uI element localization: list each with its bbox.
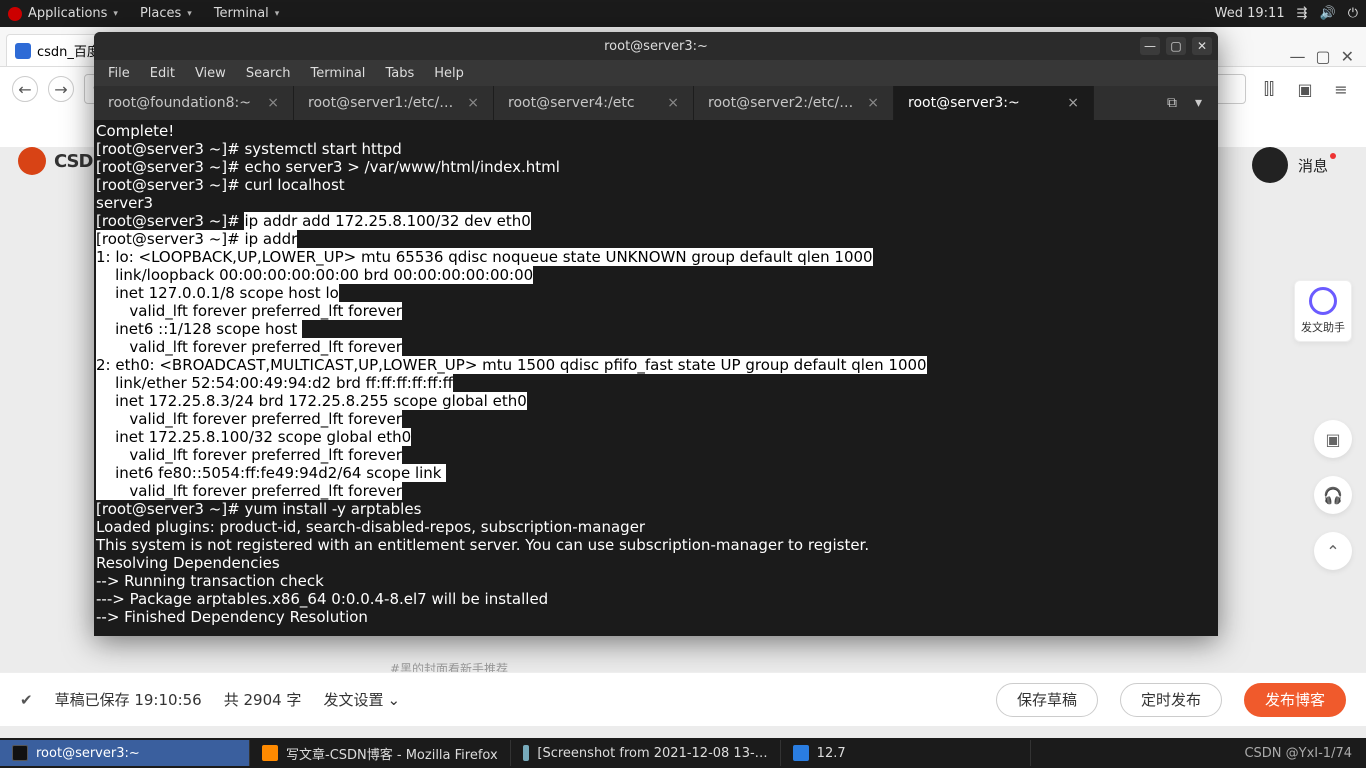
taskbar-item-firefox[interactable]: 写文章-CSDN博客 - Mozilla Firefox xyxy=(250,740,511,766)
window-title: root@server3:~ xyxy=(604,39,708,54)
taskbar-item-doc[interactable]: 12.7 xyxy=(781,740,1031,766)
maximize-icon[interactable]: ▢ xyxy=(1315,47,1330,66)
wifi-icon[interactable]: ⇶ xyxy=(1297,6,1308,21)
taskbar-item-screenshot[interactable]: [Screenshot from 2021-12-08 13-… xyxy=(511,740,781,766)
terminal-tab-bar: root@foundation8:~× root@server1:/etc/…×… xyxy=(94,86,1218,120)
menu-edit[interactable]: Edit xyxy=(150,66,175,81)
headset-icon[interactable]: 🎧 xyxy=(1314,476,1352,514)
check-icon: ✔ xyxy=(20,691,33,709)
chevron-down-icon[interactable]: ▾ xyxy=(1195,95,1202,111)
schedule-publish-button[interactable]: 定时发布 xyxy=(1120,683,1222,717)
app-menu-icon[interactable]: ≡ xyxy=(1328,80,1354,99)
document-icon xyxy=(793,745,809,761)
tab-close-icon[interactable]: × xyxy=(267,95,279,111)
browser-tab-label: csdn_百度 xyxy=(37,41,100,60)
tab-close-icon[interactable]: × xyxy=(467,95,479,111)
terminal-icon xyxy=(12,745,28,761)
menu-terminal[interactable]: Terminal xyxy=(310,66,365,81)
gnome-taskbar: root@server3:~ 写文章-CSDN博客 - Mozilla Fire… xyxy=(0,738,1366,768)
terminal-tab[interactable]: root@server4:/etc× xyxy=(494,86,694,120)
terminal-window: root@server3:~ — ▢ ✕ File Edit View Sear… xyxy=(94,32,1218,636)
qr-icon[interactable]: ▣ xyxy=(1314,420,1352,458)
publish-assistant[interactable]: 发文助手 xyxy=(1294,280,1352,342)
terminal-tab-active[interactable]: root@server3:~× xyxy=(894,86,1094,120)
firefox-icon xyxy=(262,745,278,761)
forward-button[interactable]: → xyxy=(48,76,74,102)
close-icon[interactable]: ✕ xyxy=(1341,47,1354,66)
menu-file[interactable]: File xyxy=(108,66,130,81)
imageviewer-icon xyxy=(523,745,530,761)
power-icon[interactable]: ⏻ xyxy=(1348,6,1358,21)
taskbar-item-terminal[interactable]: root@server3:~ xyxy=(0,740,250,766)
places-menu[interactable]: Places▾ xyxy=(140,6,192,21)
terminal-tab[interactable]: root@server2:/etc/…× xyxy=(694,86,894,120)
draft-saved-label: 草稿已保存 19:10:56 xyxy=(55,689,202,710)
terminal-content[interactable]: Complete! [root@server3 ~]# systemctl st… xyxy=(94,120,1218,636)
volume-icon[interactable]: 🔊 xyxy=(1320,6,1336,21)
back-to-top-icon[interactable]: ⌃ xyxy=(1314,532,1352,570)
terminal-menu-bar: File Edit View Search Terminal Tabs Help xyxy=(94,60,1218,86)
menu-view[interactable]: View xyxy=(195,66,226,81)
save-draft-button[interactable]: 保存草稿 xyxy=(996,683,1098,717)
csdn-mascot-icon xyxy=(18,147,46,175)
new-tab-icon[interactable]: ⧉ xyxy=(1167,95,1177,111)
editor-footer: ✔ 草稿已保存 19:10:56 共 2904 字 发文设置⌄ 保存草稿 定时发… xyxy=(0,672,1366,726)
selection: ip addr add 172.25.8.100/32 dev eth0 [ro… xyxy=(96,212,927,500)
watermark: CSDN @YxI-1/74 xyxy=(1230,746,1366,761)
tab-close-icon[interactable]: × xyxy=(1067,95,1079,111)
back-button[interactable]: ← xyxy=(12,76,38,102)
minimize-icon[interactable]: — xyxy=(1140,37,1160,55)
assistant-icon xyxy=(1309,287,1337,315)
favicon-icon xyxy=(15,43,31,59)
tab-close-icon[interactable]: × xyxy=(667,95,679,111)
menu-search[interactable]: Search xyxy=(246,66,291,81)
avatar[interactable] xyxy=(1252,147,1288,183)
window-title-bar[interactable]: root@server3:~ — ▢ ✕ xyxy=(94,32,1218,60)
tab-close-icon[interactable]: × xyxy=(867,95,879,111)
terminal-tab[interactable]: root@server1:/etc/…× xyxy=(294,86,494,120)
gnome-top-bar: Applications▾ Places▾ Terminal▾ Wed 19:1… xyxy=(0,0,1366,27)
menu-tabs[interactable]: Tabs xyxy=(385,66,414,81)
reader-icon[interactable]: ▣ xyxy=(1292,80,1318,99)
library-icon[interactable]: ⫿⫿ xyxy=(1256,79,1282,99)
menu-help[interactable]: Help xyxy=(434,66,464,81)
activities-redhat-icon[interactable]: Applications▾ xyxy=(8,6,118,21)
maximize-icon[interactable]: ▢ xyxy=(1166,37,1186,55)
terminal-menu[interactable]: Terminal▾ xyxy=(214,6,279,21)
messages-link[interactable]: 消息 xyxy=(1298,155,1328,176)
wordcount-label: 共 2904 字 xyxy=(224,689,302,710)
clock[interactable]: Wed 19:11 xyxy=(1215,6,1285,21)
close-icon[interactable]: ✕ xyxy=(1192,37,1212,55)
publish-settings-link[interactable]: 发文设置⌄ xyxy=(323,689,400,710)
minimize-icon[interactable]: — xyxy=(1289,47,1305,66)
publish-button[interactable]: 发布博客 xyxy=(1244,683,1346,717)
chevron-down-icon: ⌄ xyxy=(387,691,400,709)
terminal-tab[interactable]: root@foundation8:~× xyxy=(94,86,294,120)
